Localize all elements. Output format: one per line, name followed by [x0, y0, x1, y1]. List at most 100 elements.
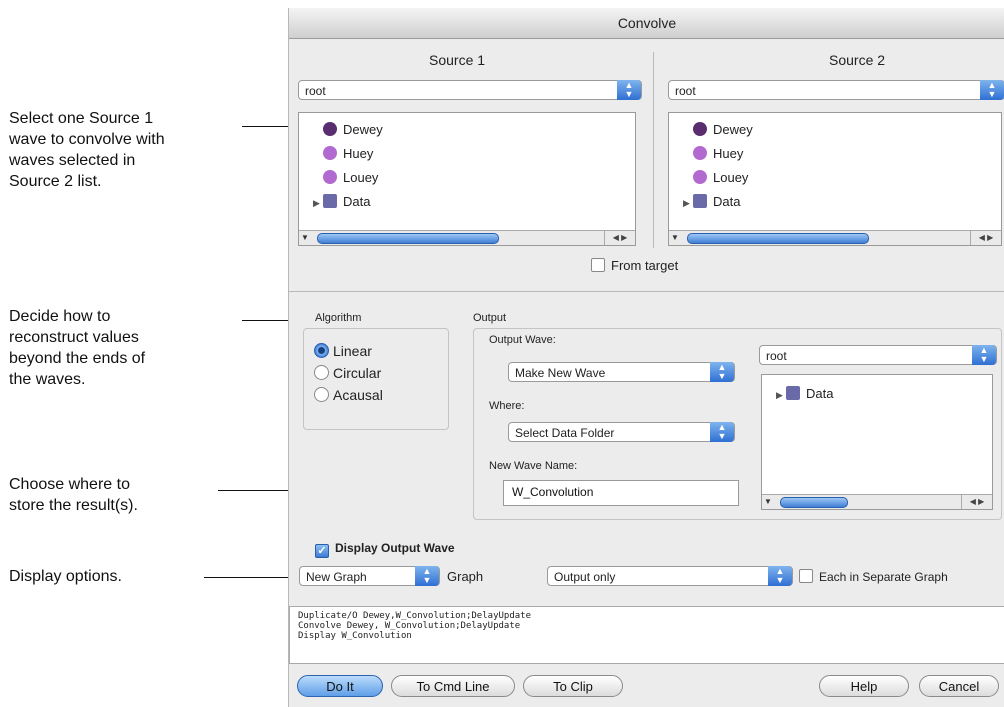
- scroll-thumb[interactable]: [780, 497, 848, 508]
- radio-label: Linear: [333, 343, 372, 359]
- item-label: Louey: [343, 170, 379, 185]
- divider: [289, 291, 1004, 292]
- wave-icon: [323, 122, 337, 136]
- scroll-menu-icon[interactable]: ▼: [671, 233, 679, 242]
- popup-value: Make New Wave: [515, 366, 606, 380]
- display-mode-popup[interactable]: Output only ▲ ▼: [547, 566, 793, 586]
- disclosure-triangle-icon[interactable]: ▶: [683, 194, 693, 212]
- annotation-text: Source 2 list.: [9, 173, 102, 190]
- source1-wave-list[interactable]: Dewey Huey Louey ▶ Data ▼ ◀ ▶: [298, 112, 636, 246]
- output-folder-popup[interactable]: root ▲ ▼: [759, 345, 997, 365]
- list-item[interactable]: Louey: [313, 169, 378, 187]
- radio-label: Acausal: [333, 387, 383, 403]
- item-label: Data: [806, 386, 834, 401]
- new-wave-name-label: New Wave Name:: [489, 460, 578, 472]
- do-it-button[interactable]: Do It: [297, 675, 383, 697]
- convolve-dialog: Convolve Source 1 root ▲ ▼ Dewey Huey Lou…: [288, 8, 1004, 707]
- list-item[interactable]: Dewey: [313, 121, 383, 139]
- annotation-text: wave to convolve with: [9, 131, 165, 148]
- annotation-text: Display options.: [9, 568, 122, 585]
- annotation-algorithm: Decide how to reconstruct values beyond …: [9, 306, 145, 390]
- output-wave-label: Output Wave:: [489, 334, 556, 346]
- output-wave-popup[interactable]: Make New Wave ▲ ▼: [508, 362, 735, 382]
- scroll-arrows-icon[interactable]: ◀ ▶: [604, 231, 635, 245]
- annotation-text: waves selected in: [9, 152, 136, 169]
- popup-value: New Graph: [306, 570, 367, 584]
- to-cmd-line-button[interactable]: To Cmd Line: [391, 675, 515, 697]
- scroll-thumb[interactable]: [687, 233, 869, 244]
- from-target-checkbox[interactable]: From target: [591, 258, 678, 273]
- checkbox-box[interactable]: [591, 258, 605, 272]
- horizontal-scrollbar[interactable]: ▼ ◀ ▶: [762, 494, 992, 509]
- command-line: Duplicate/O Dewey,W_Convolution;DelayUpd…: [298, 611, 531, 621]
- radio-button[interactable]: [314, 343, 329, 358]
- dialog-title: Convolve: [289, 8, 1004, 39]
- output-folder-list[interactable]: ▶ Data ▼ ◀ ▶: [761, 374, 993, 510]
- scroll-arrows-icon[interactable]: ◀ ▶: [961, 495, 992, 509]
- popup-arrows-icon: ▲ ▼: [768, 566, 792, 586]
- popup-value: root: [675, 84, 696, 98]
- checkbox-label: From target: [611, 258, 679, 273]
- output-label: Output: [473, 312, 507, 324]
- source1-folder-popup[interactable]: root ▲ ▼: [298, 80, 642, 100]
- radio-button[interactable]: [314, 365, 329, 380]
- list-item[interactable]: ▶ Data: [776, 385, 833, 403]
- annotation-text: reconstruct values: [9, 329, 139, 346]
- list-item[interactable]: Louey: [683, 169, 748, 187]
- command-preview: Duplicate/O Dewey,W_Convolution;DelayUpd…: [289, 606, 1004, 664]
- annotation-text: beyond the ends of: [9, 350, 146, 367]
- scroll-menu-icon[interactable]: ▼: [301, 233, 309, 242]
- source2-folder-popup[interactable]: root ▲ ▼: [668, 80, 1004, 100]
- wave-icon: [693, 146, 707, 160]
- separate-graph-checkbox[interactable]: Each in Separate Graph: [799, 569, 948, 584]
- list-item[interactable]: Huey: [683, 145, 743, 163]
- annotation-text: Decide how to: [9, 308, 111, 325]
- horizontal-scrollbar[interactable]: ▼ ◀ ▶: [299, 230, 635, 245]
- command-line: Convolve Dewey, W_Convolution;DelayUpdat…: [298, 621, 521, 631]
- checkbox-box[interactable]: ✓: [315, 544, 329, 558]
- item-label: Data: [343, 194, 371, 209]
- folder-icon: [323, 194, 337, 208]
- folder-icon: [786, 386, 800, 400]
- list-item[interactable]: ▶ Data: [683, 193, 740, 211]
- popup-arrows-icon: ▲ ▼: [617, 80, 641, 100]
- popup-value: Select Data Folder: [515, 426, 615, 440]
- help-button[interactable]: Help: [819, 675, 909, 697]
- annotation-text: Choose where to: [9, 476, 130, 493]
- popup-arrows-icon: ▲ ▼: [710, 362, 734, 382]
- command-line: Display W_Convolution: [298, 631, 412, 641]
- annotation-text: Select one Source 1: [9, 110, 154, 127]
- disclosure-triangle-icon[interactable]: ▶: [776, 386, 786, 404]
- cancel-button[interactable]: Cancel: [919, 675, 999, 697]
- checkbox-label: Display Output Wave: [335, 541, 455, 555]
- to-clip-button[interactable]: To Clip: [523, 675, 623, 697]
- wave-icon: [323, 170, 337, 184]
- radio-button[interactable]: [314, 387, 329, 402]
- list-item[interactable]: Dewey: [683, 121, 753, 139]
- item-label: Louey: [713, 170, 749, 185]
- radio-linear[interactable]: Linear: [314, 343, 372, 359]
- source2-wave-list[interactable]: Dewey Huey Louey ▶ Data ▼ ◀ ▶: [668, 112, 1002, 246]
- popup-value: root: [766, 349, 787, 363]
- checkbox-box[interactable]: [799, 569, 813, 583]
- divider: [653, 52, 654, 248]
- list-item[interactable]: ▶ Data: [313, 193, 370, 211]
- scroll-arrows-icon[interactable]: ◀ ▶: [970, 231, 1001, 245]
- item-label: Huey: [713, 146, 744, 161]
- item-label: Dewey: [713, 122, 753, 137]
- checkbox-label: Each in Separate Graph: [819, 570, 948, 584]
- list-item[interactable]: Huey: [313, 145, 373, 163]
- new-wave-name-field[interactable]: W_Convolution: [503, 480, 739, 506]
- item-label: Huey: [343, 146, 374, 161]
- scroll-menu-icon[interactable]: ▼: [764, 497, 772, 506]
- display-output-checkbox[interactable]: ✓ Display Output Wave: [315, 541, 455, 558]
- graph-popup[interactable]: New Graph ▲ ▼: [299, 566, 440, 586]
- scroll-thumb[interactable]: [317, 233, 499, 244]
- where-popup[interactable]: Select Data Folder ▲ ▼: [508, 422, 735, 442]
- radio-acausal[interactable]: Acausal: [314, 387, 383, 403]
- popup-arrows-icon: ▲ ▼: [415, 566, 439, 586]
- radio-circular[interactable]: Circular: [314, 365, 381, 381]
- horizontal-scrollbar[interactable]: ▼ ◀ ▶: [669, 230, 1001, 245]
- disclosure-triangle-icon[interactable]: ▶: [313, 194, 323, 212]
- popup-arrows-icon: ▲ ▼: [972, 345, 996, 365]
